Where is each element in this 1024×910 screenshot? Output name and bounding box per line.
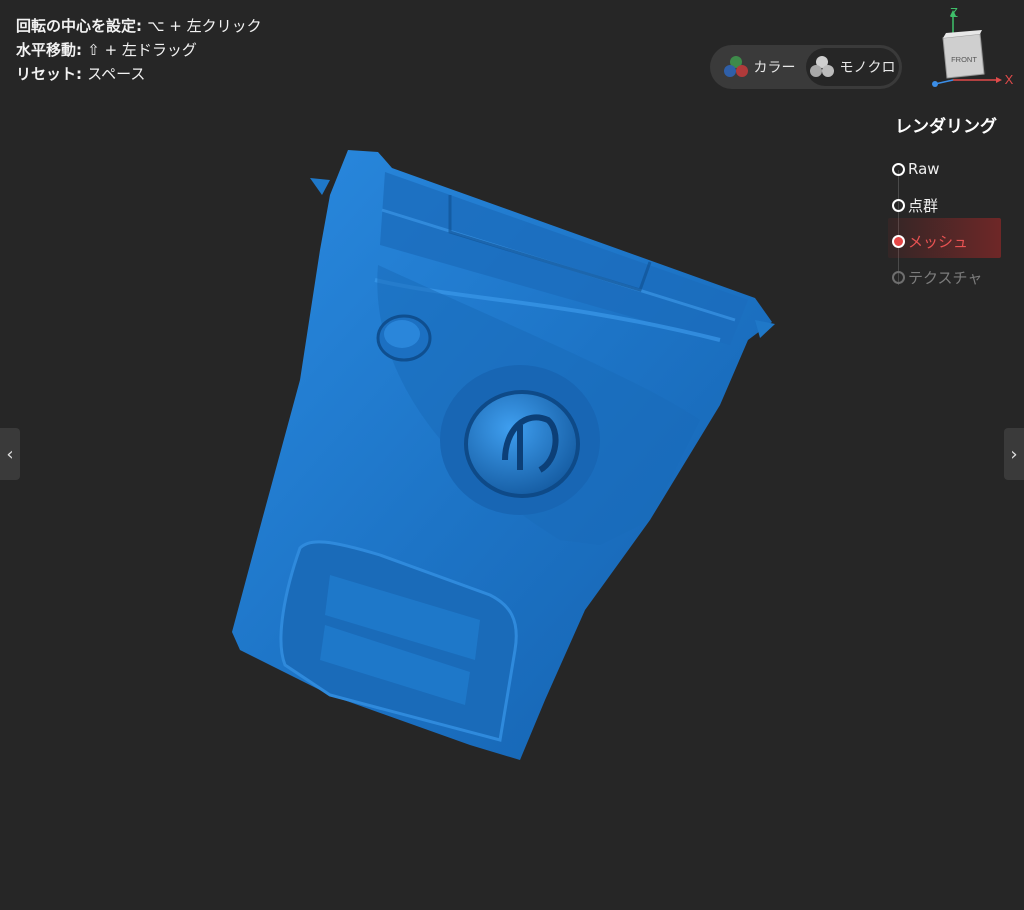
chevron-right-icon: › [1010,443,1018,465]
color-mode-label: カラー [753,60,796,76]
x-axis-arrow-icon [996,77,1002,83]
rgb-dots-icon [723,56,748,78]
render-option-label: Raw [908,160,940,178]
color-mode-button[interactable]: カラー [713,48,806,86]
render-option-mesh[interactable]: メッシュ [888,218,1024,259]
radio-selected-icon [892,234,905,248]
mono-mode-button[interactable]: モノクロ [806,48,899,86]
radio-icon [892,198,905,212]
color-mode-toggle: カラー モノクロ [710,45,902,89]
mono-mode-label: モノクロ [839,60,896,76]
rendering-panel: レンダリング Raw 点群 メッシュ テクスチャ [888,112,1024,295]
hint-rotate-keys: ⌥ + 左クリック [147,17,262,35]
scanned-mesh-model[interactable] [0,0,1024,910]
view-cube[interactable]: FRONT Z X [920,2,1020,94]
y-axis-dot-icon [932,81,938,87]
radio-icon [892,270,905,284]
prev-view-button[interactable]: ‹ [0,428,20,480]
x-axis-label: X [1005,72,1014,87]
hint-pan-label: 水平移動: [16,41,82,59]
hint-pan: 水平移動: ⇧ + 左ドラッグ [16,38,262,62]
hint-pan-keys: ⇧ + 左ドラッグ [87,41,197,59]
cube-face-label: FRONT [951,55,977,64]
3d-viewport[interactable]: 回転の中心を設定: ⌥ + 左クリック 水平移動: ⇧ + 左ドラッグ リセット… [0,0,1024,910]
render-option-raw[interactable]: Raw [888,151,1024,187]
hint-reset-label: リセット: [16,65,82,83]
next-view-button[interactable]: › [1004,428,1024,480]
hint-reset: リセット: スペース [16,62,262,86]
render-option-label: メッシュ [908,232,969,251]
mono-dots-icon [809,56,834,78]
rendering-title: レンダリング [895,117,997,137]
hint-reset-keys: スペース [87,65,146,83]
control-hints: 回転の中心を設定: ⌥ + 左クリック 水平移動: ⇧ + 左ドラッグ リセット… [16,14,262,86]
z-axis-label: Z [950,5,958,20]
radio-icon [892,162,905,176]
render-option-label: テクスチャ [908,268,983,287]
chevron-left-icon: ‹ [6,443,14,465]
hint-rotate-label: 回転の中心を設定: [16,17,142,35]
hint-rotate: 回転の中心を設定: ⌥ + 左クリック [16,14,262,38]
render-option-label: 点群 [908,196,939,215]
render-option-texture[interactable]: テクスチャ [888,259,1024,295]
